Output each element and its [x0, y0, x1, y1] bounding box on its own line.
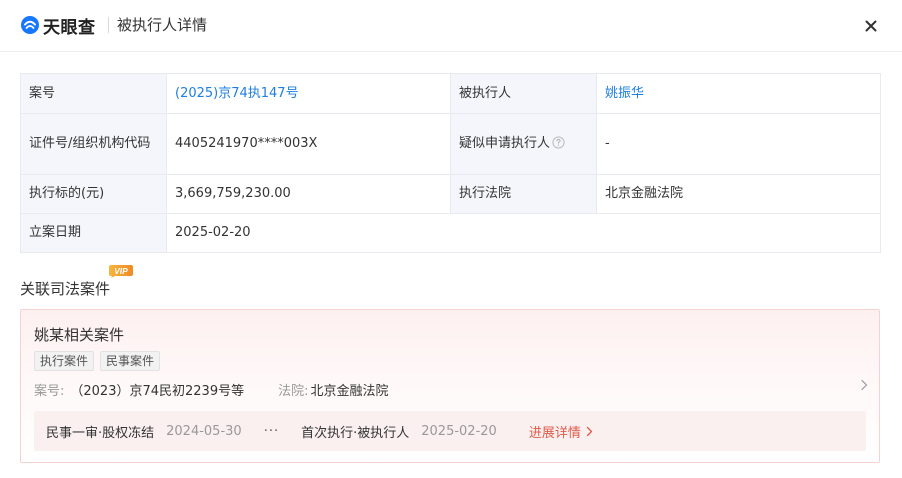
court-label: 执行法院 — [450, 174, 597, 214]
vip-badge-icon: VIP — [109, 265, 133, 278]
case-card-title: 姚某相关案件 — [34, 326, 125, 344]
case-tags: 执行案件 民事案件 — [34, 351, 166, 371]
case-timeline: 民事一审·股权冻结 2024-05-30 ··· 首次执行·被执行人 2025-… — [34, 411, 866, 451]
applicant-value: - — [596, 113, 881, 175]
id-number-value: 4405241970****003X — [166, 113, 451, 175]
progress-details-label: 进展详情 — [528, 425, 581, 441]
applicant-label-cell: 疑似申请执行人 — [450, 113, 597, 175]
table-row: 立案日期 2025-02-20 — [20, 213, 881, 253]
id-number-label: 证件号/组织机构代码 — [20, 113, 167, 175]
timeline-date-first: 2024-05-30 — [166, 423, 242, 439]
tag-execution-case: 执行案件 — [34, 351, 95, 371]
related-case-card[interactable]: 姚某相关案件 执行案件 民事案件 案号: （2023）京74民初2239号等 法… — [20, 309, 880, 463]
vip-label: VIP — [114, 266, 128, 276]
help-icon[interactable] — [552, 136, 565, 149]
table-row: 执行标的(元) 3,669,759,230.00 执行法院 北京金融法院 — [20, 174, 881, 214]
tag-civil-case: 民事案件 — [100, 351, 161, 371]
table-row: 证件号/组织机构代码 4405241970****003X 疑似申请执行人 - — [20, 113, 881, 175]
chevron-right-icon[interactable] — [857, 378, 871, 392]
amount-value: 3,669,759,230.00 — [166, 174, 451, 214]
filing-date-value: 2025-02-20 — [166, 213, 881, 253]
meta-spacer — [244, 382, 278, 402]
dialog-header: 天眼查 被执行人详情 — [0, 0, 902, 52]
close-button[interactable] — [860, 15, 882, 37]
page-title: 被执行人详情 — [117, 16, 208, 34]
timeline-event-second: 首次执行·被执行人 — [301, 425, 410, 441]
timeline-date-second: 2025-02-20 — [421, 423, 497, 439]
case-number-label: 案号 — [20, 73, 167, 114]
close-icon[interactable] — [860, 15, 882, 37]
executed-person-cell: 姚振华 — [596, 73, 881, 114]
case-number-link[interactable]: (2025)京74执147号 — [175, 86, 299, 101]
executed-person-label: 被执行人 — [450, 73, 597, 114]
filing-date-label: 立案日期 — [20, 213, 167, 253]
executed-person-link[interactable]: 姚振华 — [605, 86, 644, 101]
related-case-number-value: （2023）京74民初2239号等 — [70, 384, 245, 399]
related-case-number-label: 案号: — [34, 384, 65, 399]
related-court-label: 法院: — [278, 384, 309, 399]
tianyancha-logo: 天眼查 — [20, 14, 96, 38]
court-value: 北京金融法院 — [596, 174, 881, 214]
logo-text: 天眼查 — [43, 17, 96, 38]
case-meta-row: 案号: （2023）京74民初2239号等 法院: 北京金融法院 — [34, 382, 389, 402]
timeline-ellipsis: ··· — [263, 423, 280, 439]
related-court-value: 北京金融法院 — [310, 384, 389, 399]
execution-detail-table: 案号 (2025)京74执147号 被执行人 姚振华 证件号/组织机构代码 44… — [20, 73, 881, 253]
chevron-right-small-icon — [586, 426, 592, 436]
tianyancha-logo-icon — [21, 16, 39, 34]
table-row: 案号 (2025)京74执147号 被执行人 姚振华 — [20, 73, 881, 114]
timeline-event-first: 民事一审·股权冻结 — [46, 425, 155, 441]
section-title: 关联司法案件 — [20, 280, 111, 298]
case-number-cell: (2025)京74执147号 — [166, 73, 451, 114]
amount-label: 执行标的(元) — [20, 174, 167, 214]
applicant-label: 疑似申请执行人 — [459, 136, 551, 151]
header-divider — [108, 17, 109, 33]
progress-details-link[interactable]: 进展详情 — [529, 422, 594, 441]
